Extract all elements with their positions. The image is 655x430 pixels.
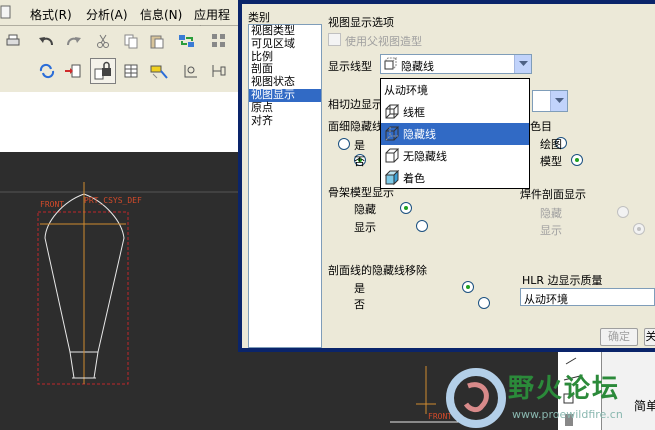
- model-tree-icon[interactable]: [208, 30, 230, 52]
- detail-view-icon[interactable]: [180, 60, 202, 82]
- empty-panel: [0, 92, 240, 152]
- cut-icon[interactable]: [92, 30, 114, 52]
- graphics-window[interactable]: FRONT PRT_CSYS_DEF: [0, 152, 240, 430]
- close-button[interactable]: 关: [644, 328, 655, 346]
- menu-bar: 格式(R) 分析(A) 信息(N) 应用程序: [0, 0, 240, 39]
- redo-icon[interactable]: [62, 30, 84, 52]
- undo-icon[interactable]: [36, 30, 58, 52]
- tangent-edge-label: 相切边显示: [328, 98, 383, 111]
- color-drawing-label: 绘图: [540, 138, 562, 151]
- hidden-removal-no-radio[interactable]: [477, 297, 490, 309]
- highlight-icon[interactable]: [148, 60, 170, 82]
- watermark-url: www.proewildfire.cn: [512, 408, 623, 421]
- category-item[interactable]: 视图类型: [249, 24, 321, 38]
- no-hidden-icon: [384, 148, 400, 164]
- tangent-edge-select[interactable]: [532, 90, 568, 112]
- dropdown-option[interactable]: 线框: [381, 101, 529, 123]
- dropdown-option-label: 线框: [403, 106, 425, 119]
- chevron-down-icon[interactable]: [550, 91, 567, 111]
- section-hide-label: 隐藏: [540, 207, 562, 220]
- watermark-title: 野火论坛: [508, 374, 621, 404]
- skeleton-hide-radio[interactable]: [400, 202, 412, 214]
- dropdown-option-label: 着色: [403, 172, 425, 185]
- dropdown-option[interactable]: 着色: [381, 167, 529, 189]
- use-parent-style-checkbox[interactable]: [328, 33, 341, 46]
- hidden-removal-label: 剖面线的隐藏线移除: [328, 264, 427, 277]
- skeleton-hide-label: 隐藏: [354, 203, 376, 216]
- hidden-removal-no-label: 否: [354, 298, 365, 311]
- section-title: 视图显示选项: [328, 16, 394, 29]
- face-hidden-yes-label: 是: [354, 139, 365, 152]
- color-model-radio[interactable]: [570, 154, 583, 166]
- skeleton-show-radio[interactable]: [415, 220, 428, 232]
- front-label: FRONT: [40, 200, 65, 209]
- regenerate-icon[interactable]: [176, 30, 198, 52]
- refresh-icon[interactable]: [36, 60, 58, 82]
- hlr-quality-label: HLR 边显示质量: [522, 274, 603, 287]
- copy-icon[interactable]: [120, 30, 142, 52]
- use-parent-style-label: 使用父视图造型: [345, 35, 422, 48]
- app-icon: [0, 5, 11, 19]
- skeleton-show-label: 显示: [354, 221, 376, 234]
- shaded-icon: [384, 169, 400, 186]
- align-icon[interactable]: [208, 60, 230, 82]
- face-hidden-no-label: 否: [354, 155, 365, 168]
- hidden-line-icon: [384, 57, 398, 70]
- hlr-quality-select[interactable]: 从动环境: [520, 288, 655, 306]
- move-item-icon[interactable]: [62, 60, 84, 82]
- lock-view-icon[interactable]: [90, 58, 116, 84]
- hidden-line-icon: [384, 126, 400, 142]
- category-item[interactable]: 对齐: [249, 114, 321, 128]
- dropdown-option-label: 无隐藏线: [403, 150, 447, 163]
- paste-icon[interactable]: [146, 30, 168, 52]
- dropdown-option[interactable]: 从动环境: [381, 79, 529, 101]
- color-model-label: 模型: [540, 155, 562, 168]
- dropdown-option-label: 隐藏线: [403, 128, 436, 141]
- category-item[interactable]: 可见区域: [249, 37, 321, 51]
- category-item[interactable]: 原点: [249, 101, 321, 115]
- dropdown-option-label: 从动环境: [384, 84, 428, 97]
- wireframe-icon: [384, 104, 400, 120]
- print-icon[interactable]: [2, 30, 24, 52]
- category-list[interactable]: 视图类型 可见区域 比例 剖面 视图状态 视图显示 原点 对齐: [248, 24, 322, 348]
- toolbar: [0, 26, 240, 92]
- section-hide-radio[interactable]: [617, 206, 629, 218]
- chevron-down-icon[interactable]: [514, 55, 531, 73]
- color-label: 色目: [530, 120, 552, 133]
- section-show-radio[interactable]: [632, 223, 645, 235]
- ok-button[interactable]: 确定: [600, 328, 638, 346]
- hidden-removal-yes-radio[interactable]: [462, 281, 474, 293]
- csys-label: PRT_CSYS_DEF: [84, 196, 142, 205]
- face-hidden-label: 面细隐藏线: [328, 120, 383, 133]
- dropdown-option[interactable]: 隐藏线: [381, 123, 529, 145]
- section-show-label: 显示: [540, 224, 562, 237]
- hidden-removal-yes-label: 是: [354, 282, 365, 295]
- menu-format[interactable]: 格式(R): [30, 6, 72, 23]
- display-style-dropdown[interactable]: 从动环境线框隐藏线无隐藏线着色: [380, 78, 530, 189]
- table-icon[interactable]: [120, 60, 142, 82]
- hlr-quality-value: 从动环境: [524, 293, 568, 306]
- display-style-select[interactable]: 隐藏线: [380, 54, 532, 74]
- category-item[interactable]: 视图显示: [249, 88, 321, 102]
- menu-analysis[interactable]: 分析(A): [86, 6, 128, 23]
- display-style-value: 隐藏线: [401, 60, 434, 73]
- display-style-label: 显示线型: [328, 60, 372, 73]
- dropdown-option[interactable]: 无隐藏线: [381, 145, 529, 167]
- face-hidden-yes-radio[interactable]: [338, 138, 350, 150]
- menu-info[interactable]: 信息(N): [140, 6, 182, 23]
- watermark-logo: 野火论坛 www.proewildfire.cn: [440, 364, 655, 430]
- category-label: 类别: [248, 11, 270, 24]
- drawing-view: [0, 182, 240, 385]
